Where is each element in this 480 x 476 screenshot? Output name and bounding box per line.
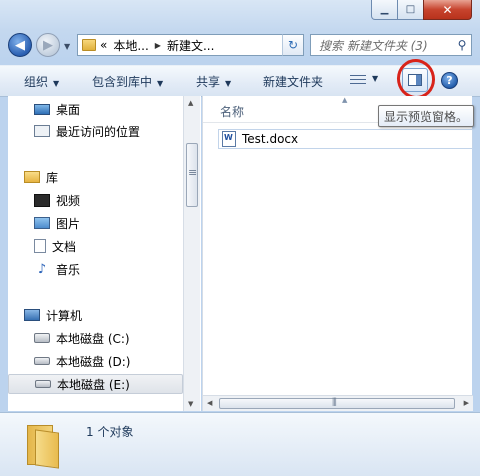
sort-ascending-icon: ▲ <box>342 96 348 104</box>
help-button[interactable]: ? <box>441 72 458 89</box>
item-count: 1 个对象 <box>86 425 134 439</box>
music-icon: ♪ <box>37 261 47 277</box>
column-header-name[interactable]: 名称 <box>220 103 244 120</box>
share-label: 共享 <box>196 75 221 89</box>
sidebar-item-label: 图片 <box>56 216 81 231</box>
drive-c-icon <box>34 333 50 343</box>
sidebar-item-documents[interactable]: 文档 <box>34 236 201 256</box>
preview-pane-tooltip: 显示预览窗格。 <box>378 105 475 127</box>
scroll-up-icon[interactable]: ▲ <box>188 99 193 107</box>
breadcrumb-local-disk[interactable]: 本地... <box>113 37 148 54</box>
maximize-icon: □ <box>405 4 416 15</box>
chevron-down-icon: ▼ <box>157 79 164 88</box>
sidebar-item-label: 桌面 <box>56 102 81 117</box>
organize-label: 组织 <box>24 75 49 89</box>
sidebar-item-drive-e[interactable]: 本地磁盘 (E:) <box>8 374 183 394</box>
navigation-pane: 桌面 最近访问的位置 库 视频 图片 文档 ♪ 音乐 计算机 本地磁盘 (C:) … <box>8 96 201 411</box>
minimize-icon: ▁ <box>380 4 389 15</box>
close-icon: ✕ <box>442 2 453 17</box>
scroll-left-icon[interactable]: ◀ <box>207 399 212 407</box>
search-icon[interactable]: ⚲ <box>453 36 471 54</box>
sidebar-item-computer[interactable]: 计算机 <box>24 305 199 325</box>
sidebar-item-drive-d[interactable]: 本地磁盘 (D:) <box>34 351 201 371</box>
sidebar-item-label: 本地磁盘 (C:) <box>56 331 130 346</box>
forward-button[interactable]: ▶ <box>36 33 60 57</box>
search-input[interactable]: 搜索 新建文件夹 (3) <box>311 37 453 54</box>
computer-icon <box>24 309 40 321</box>
drive-icon <box>34 357 50 365</box>
breadcrumb-new-folder[interactable]: 新建文... <box>167 37 214 54</box>
sidebar-item-videos[interactable]: 视频 <box>34 190 201 210</box>
sidebar-item-label: 最近访问的位置 <box>56 124 141 139</box>
address-overflow[interactable]: « <box>100 38 107 52</box>
share-button[interactable]: 共享 ▼ <box>196 73 231 90</box>
sidebar-item-pictures[interactable]: 图片 <box>34 213 201 233</box>
sidebar-item-label: 视频 <box>56 193 81 208</box>
word-document-icon <box>222 131 236 147</box>
scrollbar-thumb[interactable] <box>219 396 455 410</box>
recent-pages-dropdown-icon[interactable]: ▼ <box>64 42 70 51</box>
sidebar-item-label: 音乐 <box>56 262 81 277</box>
search-box[interactable]: 搜索 新建文件夹 (3) ⚲ <box>310 34 472 56</box>
sidebar-item-desktop[interactable]: 桌面 <box>34 99 201 119</box>
scrollbar-thumb[interactable] <box>186 143 198 207</box>
chevron-down-icon: ▼ <box>225 79 232 88</box>
change-view-button[interactable]: ▼ <box>350 72 378 84</box>
list-item[interactable]: Test.docx <box>218 129 473 149</box>
folder-icon <box>25 423 59 469</box>
sidebar-item-music[interactable]: ♪ 音乐 <box>34 259 201 279</box>
library-icon <box>24 171 40 183</box>
back-arrow-icon: ◀ <box>15 37 25 53</box>
forward-arrow-icon: ▶ <box>43 37 53 53</box>
sidebar-item-label: 文档 <box>52 239 77 254</box>
details-pane: 1 个对象 <box>0 412 480 476</box>
refresh-button[interactable]: ↻ <box>282 34 304 56</box>
back-button[interactable]: ◀ <box>8 33 32 57</box>
file-list: ▲ 名称 Test.docx ◀ ▶ <box>202 96 473 411</box>
new-folder-label: 新建文件夹 <box>263 75 324 89</box>
sidebar-item-label: 库 <box>46 170 59 185</box>
file-name[interactable]: Test.docx <box>242 132 298 146</box>
minimize-button[interactable]: ▁ <box>371 0 398 20</box>
scroll-down-icon[interactable]: ▼ <box>188 400 193 408</box>
drive-icon <box>35 380 51 388</box>
navigation-scrollbar[interactable]: ▲ ▼ <box>183 96 200 411</box>
help-icon: ? <box>446 74 453 87</box>
include-in-library-label: 包含到库中 <box>92 75 153 89</box>
breadcrumb-separator-icon[interactable]: ▶ <box>155 41 161 50</box>
sidebar-item-label: 本地磁盘 (E:) <box>57 377 130 392</box>
scroll-right-icon[interactable]: ▶ <box>464 399 469 407</box>
sidebar-item-drive-c[interactable]: 本地磁盘 (C:) <box>34 328 201 348</box>
desktop-icon <box>34 103 50 115</box>
organize-button[interactable]: 组织 ▼ <box>24 73 59 90</box>
maximize-button[interactable]: □ <box>397 0 424 20</box>
video-icon <box>34 193 50 207</box>
include-in-library-button[interactable]: 包含到库中 ▼ <box>92 73 163 90</box>
close-button[interactable]: ✕ <box>423 0 472 20</box>
sidebar-item-recent-places[interactable]: 最近访问的位置 <box>34 121 201 141</box>
refresh-icon: ↻ <box>287 38 299 52</box>
sidebar-item-label: 计算机 <box>46 308 83 323</box>
sidebar-item-label: 本地磁盘 (D:) <box>56 354 131 369</box>
recent-places-icon <box>34 125 50 137</box>
chevron-down-icon: ▼ <box>53 79 60 88</box>
view-list-icon <box>350 72 366 84</box>
pictures-icon <box>34 217 50 229</box>
horizontal-scrollbar[interactable]: ◀ ▶ <box>203 395 473 411</box>
address-bar[interactable]: « 本地... ▶ 新建文... ▼ <box>77 34 304 56</box>
chevron-down-icon: ▼ <box>372 73 379 83</box>
sidebar-item-libraries[interactable]: 库 <box>24 167 199 187</box>
new-folder-button[interactable]: 新建文件夹 <box>263 73 323 90</box>
documents-icon <box>34 239 46 253</box>
folder-icon <box>82 39 96 51</box>
